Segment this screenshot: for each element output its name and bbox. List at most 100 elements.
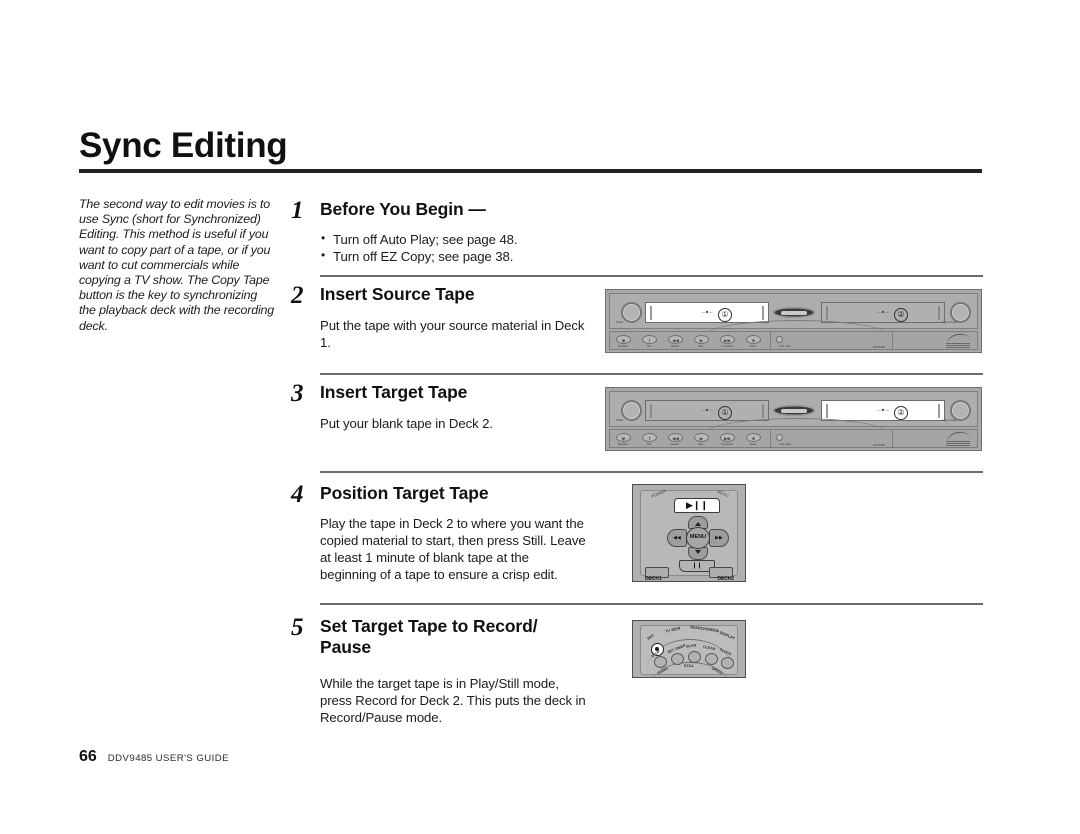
vcr-button-panel: ◉ Rec/Stop ‖ Still ◀◀ Rewind ▶ Play ▶▶ F… [609,331,978,350]
remote-body: POWER MENU ▶❙❙ ◀◀ ▶▶ MENU ❙❙ [640,488,738,576]
step-1-divider [320,275,983,277]
vcr-front-panel: Power — ■ — ① — ■ — ② Copy a Tape [609,391,978,427]
play-pause-button[interactable]: ▶❙❙ [674,498,720,513]
copy-tape-button[interactable] [776,434,783,441]
fast-forward-button[interactable]: ▶▶ [720,433,735,442]
step-1-bullet-1: Turn off EZ Copy; see page 38. [320,247,740,265]
play-button[interactable]: ▶ [694,433,709,442]
step-4-number: 4 [291,481,304,508]
dpad-right-button[interactable]: ▶▶ [709,529,729,547]
step-2-body: Put the tape with your source material i… [320,318,585,350]
tv-view-label: TV VIEW [664,626,681,634]
deck1-slot-text: — ■ — [701,309,713,314]
deck2-number-badge: ② [894,307,908,322]
clear-button[interactable] [705,653,718,665]
still-button[interactable]: ‖ [642,335,657,344]
step-1-number: 1 [291,197,304,224]
remote-top-right-label: MENU [716,488,730,499]
step-2-divider [320,373,983,375]
sidebar-note: The second way to edit movies is to use … [79,197,275,333]
still-label: Still [647,443,651,446]
play-label: Play [698,345,704,348]
clock-button[interactable] [721,657,734,669]
rec-stop-button[interactable]: ◉ [616,335,631,344]
scan-button[interactable] [688,651,701,663]
copy-tape-button-label: Copy Tape [779,345,791,348]
panel-divider [770,332,771,349]
copy-tape-button[interactable] [776,336,783,343]
step-4-body: Play the tape in Deck 2 to where you wan… [320,516,586,582]
rewind-glyph: ◀◀ [672,337,679,343]
copy-tape-knob-icon [950,302,971,323]
power-knob-icon [621,400,642,421]
speaker-grille-icon [946,433,970,446]
rec-stop-button[interactable]: ◉ [616,433,631,442]
fast-forward-label: F Forward [721,443,733,446]
rewind-button[interactable]: ◀◀ [668,335,683,344]
remote-dpad-illustration: POWER MENU ▶❙❙ ◀◀ ▶▶ MENU ❙❙ DECK1 DECK2 [632,484,746,582]
menu-button[interactable]: MENU [686,527,710,549]
select-label: Select [749,443,757,446]
step-1-heading: Before You Begin — [320,199,486,219]
fast-forward-button[interactable]: ▶▶ [720,335,735,344]
rec-label: REC [646,633,656,641]
remote-top-left-label: POWER [650,488,667,499]
play-glyph: ▶ [699,337,704,343]
down-arrow-icon [695,550,701,554]
select-glyph: ■ [752,337,755,343]
rewind-glyph: ◀◀ [672,435,679,441]
footer-guide-title: DDV9485 USER'S GUIDE [107,753,229,764]
search-index-label: SEARCH/INDEX [689,625,719,633]
power-knob-icon [621,302,642,323]
step-2-number: 2 [291,282,304,309]
deck2-tape-slot: — ■ — ② [821,302,945,323]
select-button[interactable]: ■ [746,433,761,442]
footer-page-number: 66 [79,748,97,765]
still-glyph: ‖ [648,337,651,343]
deck1-number-badge: ① [718,405,732,420]
deck2-slot-text: — ■ — [877,407,889,412]
step-4-divider [320,603,983,605]
fast-forward-glyph: ▶▶ [724,435,731,441]
rewind-button[interactable]: ◀◀ [668,433,683,442]
deck2-slot-text: — ■ — [877,309,889,314]
step-2-heading: Insert Source Tape [320,284,475,304]
fast-forward-label: F Forward [721,345,733,348]
rec-stop-glyph: ◉ [621,435,626,441]
page-title: Sync Editing [79,126,288,165]
title-underline-rule [79,168,982,173]
power-knob-label: Power [616,321,624,324]
document-page: Sync Editing The second way to edit movi… [0,0,1080,834]
vcr-button-panel: ◉ Rec/Stop ‖ Still ◀◀ Rewind ▶ Play ▶▶ F… [609,429,978,448]
model-label: DDV9485 [873,443,885,447]
rec-stop-glyph: ◉ [621,337,626,343]
select-glyph: ■ [752,435,755,441]
dpad-left-button[interactable]: ◀◀ [667,529,687,547]
copy-tape-knob-icon [950,400,971,421]
copy-tape-button-label: Copy Tape [779,443,791,446]
speaker-grille-icon [946,335,970,348]
step-1-bullet-0: Turn off Auto Play; see page 48. [320,230,740,248]
deck1-button-label: DECK1 [645,576,662,582]
deck1-tape-slot: — ■ — ① [645,302,769,323]
rewind-label: Rewind [670,443,680,446]
deck2-button-label: DECK2 [717,576,734,582]
play-button[interactable]: ▶ [694,335,709,344]
play-label: Play [698,443,704,446]
deck1-tape-slot: — ■ — ① [645,400,769,421]
rec-stop-label: Rec/Stop [618,443,628,446]
step-5-number: 5 [291,614,304,641]
up-arrow-icon [695,522,701,526]
brand-logo-icon [773,307,815,318]
set-timer-button[interactable] [671,653,684,665]
vcr-illustration-deck1: Power — ■ — ① — ■ — ② Copy a Tape ◉ Rec/… [605,289,982,353]
select-label: Select [749,345,757,348]
still-button[interactable]: ‖ [642,433,657,442]
fast-forward-glyph: ▶▶ [724,337,731,343]
step-3-body: Put your blank tape in Deck 2. [320,416,493,431]
step-3-number: 3 [291,380,304,407]
still-label: Still [647,345,651,348]
select-button[interactable]: ■ [746,335,761,344]
display-label: + DISPLAY [715,629,736,641]
copy-tape-knob-label: Copy a Tape [942,321,957,324]
